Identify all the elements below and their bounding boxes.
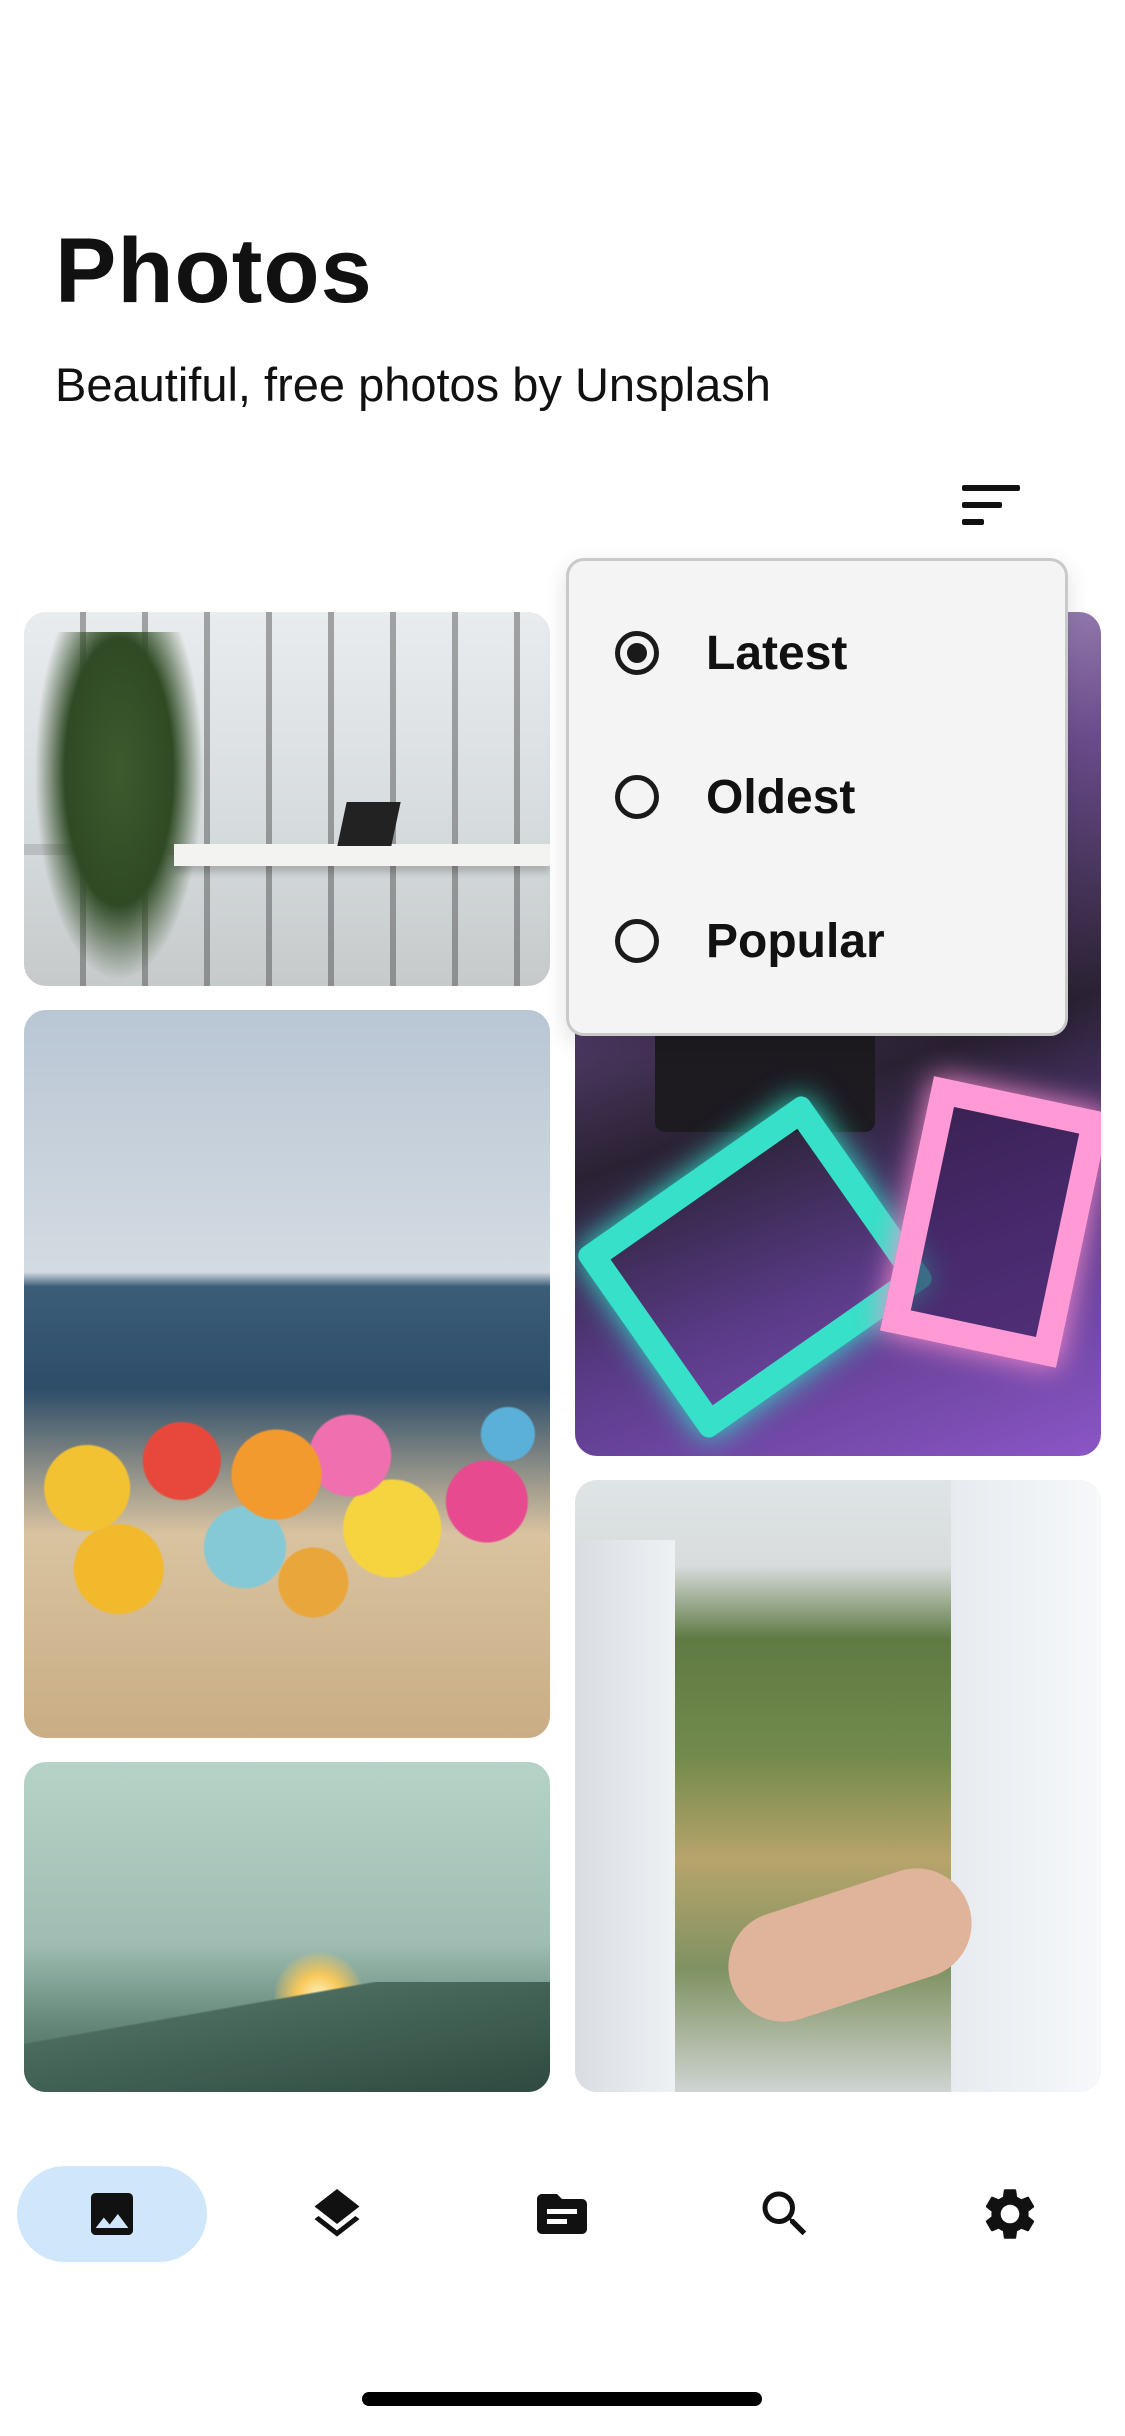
page-subtitle: Beautiful, free photos by Unsplash	[55, 358, 771, 411]
nav-item-topics[interactable]	[467, 2166, 657, 2262]
menu-item-popular[interactable]: Popular	[569, 881, 1065, 1001]
dress-graphic	[951, 1480, 1101, 2092]
nav-item-photos[interactable]	[17, 2166, 207, 2262]
photo-holding-hands[interactable]	[575, 1480, 1101, 2092]
radio-unselected-icon[interactable]	[615, 919, 659, 963]
header: Photos Beautiful, free photos by Unsplas…	[55, 225, 771, 411]
folder-icon	[537, 2194, 587, 2234]
sort-menu: Latest Oldest Popular	[566, 558, 1068, 1036]
sleeve-graphic	[575, 1540, 675, 2092]
menu-item-latest[interactable]: Latest	[569, 593, 1065, 713]
inflatable-floats-graphic	[24, 1380, 550, 1650]
mountain-ridge-graphic	[24, 1982, 550, 2092]
neon-shape-graphic	[575, 1092, 936, 1442]
search-icon	[762, 2191, 807, 2236]
menu-item-label: Latest	[706, 626, 848, 680]
photo-beach-floats[interactable]	[24, 1010, 550, 1738]
nav-item-settings[interactable]	[915, 2166, 1105, 2262]
laptop-graphic	[337, 802, 401, 846]
layers-icon	[314, 2189, 360, 2237]
nav-item-collections[interactable]	[242, 2166, 432, 2262]
photo-mountain-balloons[interactable]	[24, 1762, 550, 2092]
bottom-navigation	[0, 2092, 1125, 2436]
nav-item-search[interactable]	[690, 2166, 880, 2262]
image-icon	[91, 2193, 133, 2235]
menu-item-oldest[interactable]: Oldest	[569, 737, 1065, 857]
home-indicator[interactable]	[362, 2392, 762, 2406]
sort-icon[interactable]	[962, 485, 1024, 535]
hands-graphic	[714, 1854, 986, 2036]
menu-item-label: Popular	[706, 914, 885, 968]
neon-shape-graphic	[879, 1076, 1101, 1368]
desk-graphic	[174, 844, 550, 866]
menu-item-label: Oldest	[706, 770, 856, 824]
settings-icon	[985, 2189, 1035, 2239]
radio-unselected-icon[interactable]	[615, 775, 659, 819]
photo-office[interactable]	[24, 612, 550, 986]
page-title: Photos	[55, 220, 373, 322]
radio-selected-icon[interactable]	[615, 631, 659, 675]
plant-graphic	[34, 632, 204, 982]
